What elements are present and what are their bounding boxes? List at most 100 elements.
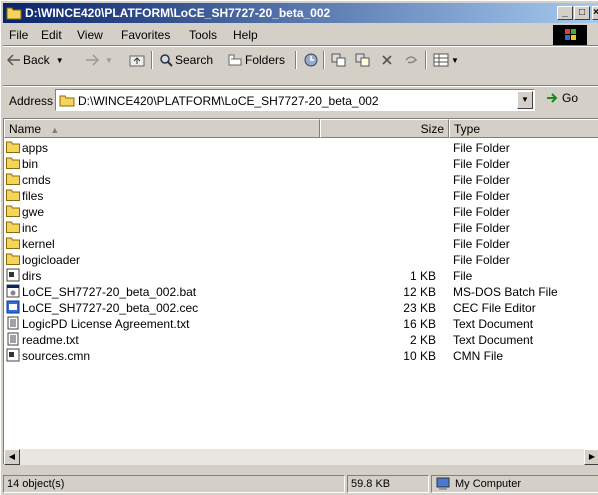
title-bar[interactable]: D:\WINCE420\PLATFORM\LoCE_SH7727-20_beta… [3,3,598,23]
list-item[interactable]: LoCE_SH7727-20_beta_002.cec 23 KB CEC File… [4,300,598,316]
file-list[interactable]: Name ▲ Size Type apps File Folder bin File … [3,118,598,465]
list-header: Name ▲ Size Type [4,119,598,138]
list-item[interactable]: kernel File Folder [4,236,598,252]
scroll-left-button[interactable]: ◀ [4,449,20,465]
menu-help[interactable]: Help [233,28,258,42]
file-size: 1 KB [409,269,436,283]
file-name: dirs [22,269,42,283]
undo-button[interactable] [403,51,419,69]
status-total-size: 59.8 KB [347,475,429,493]
toolbar-separator [295,51,297,69]
file-name: LoCE_SH7727-20_beta_002.cec [22,301,199,315]
list-item[interactable]: logicloader File Folder [4,252,598,268]
file-type: CMN File [453,349,503,363]
minimize-button[interactable]: _ [557,6,573,20]
list-item[interactable]: dirs 1 KB File [4,268,598,284]
list-item[interactable]: readme.txt 2 KB Text Document [4,332,598,348]
status-zone: My Computer [431,475,598,493]
my-computer-icon [436,477,450,490]
list-item[interactable]: sources.cmn 10 KB CMN File [4,348,598,364]
menu-favorites[interactable]: Favorites [121,28,170,42]
folder-icon [59,95,75,107]
file-type: Text Document [453,317,534,331]
scroll-right-button[interactable]: ▶ [584,449,598,465]
menu-file[interactable]: File [9,28,28,42]
menu-tools[interactable]: Tools [189,28,217,42]
folder-icon [6,204,20,218]
column-header-size[interactable]: Size [320,119,449,138]
folder-icon [6,7,22,20]
back-dropdown-icon[interactable]: ▼ [56,56,64,65]
address-bar: Address D:\WINCE420\PLATFORM\LoCE_SH7727… [3,87,598,113]
copy-to-button[interactable] [355,51,371,69]
file-name: kernel [22,237,55,251]
forward-button[interactable]: ▼ [85,51,113,69]
list-item[interactable]: apps File Folder [4,140,598,156]
move-to-button[interactable] [331,51,347,69]
menu-edit[interactable]: Edit [41,28,62,42]
file-name: bin [22,157,39,171]
list-item[interactable]: gwe File Folder [4,204,598,220]
file-type: File Folder [453,141,510,155]
column-header-name-label: Name [9,122,42,136]
file-name: apps [22,141,49,155]
go-button[interactable]: Go [545,91,578,105]
window-title: D:\WINCE420\PLATFORM\LoCE_SH7727-20_beta… [25,6,331,20]
up-folder-icon [129,55,145,67]
list-item[interactable]: inc File Folder [4,220,598,236]
back-label: Back [23,53,50,67]
address-label: Address [9,94,54,108]
forward-dropdown-icon[interactable]: ▼ [105,56,113,65]
list-item[interactable]: LoCE_SH7727-20_beta_002.bat 12 KB MS-DOS B… [4,284,598,300]
list-item[interactable]: bin File Folder [4,156,598,172]
file-type: Text Document [453,333,534,347]
move-to-icon [331,53,346,67]
sort-ascending-icon: ▲ [50,125,60,135]
delete-button[interactable] [381,51,393,69]
maximize-button[interactable]: □ [574,6,590,20]
views-button[interactable]: ▼ [433,51,459,69]
list-item[interactable]: files File Folder [4,188,598,204]
folder-icon [6,172,20,186]
go-label: Go [562,91,579,105]
file-type: File Folder [453,173,510,187]
undo-icon [405,56,418,64]
horizontal-scrollbar[interactable]: ◀ ▶ [4,449,598,465]
history-icon [304,53,318,67]
address-input[interactable]: D:\WINCE420\PLATFORM\LoCE_SH7727-20_beta… [55,89,535,111]
history-button[interactable] [303,51,319,69]
menu-bar: File Edit View Favorites Tools Help [3,25,598,45]
status-object-count: 14 object(s) [3,475,345,493]
search-button[interactable]: Search [159,51,213,69]
file-name: cmds [22,173,51,187]
file-size: 10 KB [403,349,436,363]
folder-icon [6,156,20,170]
file-type: CEC File Editor [453,301,536,315]
delete-icon [382,55,392,65]
column-header-name[interactable]: Name ▲ [4,119,320,138]
file-name: LogicPD License Agreement.txt [22,317,190,331]
folder-icon [6,252,20,266]
text-file-icon [6,316,20,330]
menu-view[interactable]: View [77,28,103,42]
file-name: sources.cmn [22,349,91,363]
forward-arrow-icon [86,54,99,66]
generic-file-icon [6,268,20,282]
file-type: File Folder [453,253,510,267]
up-folder-button[interactable] [129,51,145,69]
file-type: File Folder [453,189,510,203]
copy-to-icon [355,53,370,67]
back-button[interactable]: Back ▼ [7,51,64,69]
folder-icon [6,140,20,154]
list-item[interactable]: cmds File Folder [4,172,598,188]
folders-label: Folders [245,53,286,67]
address-dropdown-button[interactable]: ▼ [517,91,533,109]
list-item[interactable]: LogicPD License Agreement.txt 16 KB Text D… [4,316,598,332]
status-bar: 14 object(s) 59.8 KB My Computer [3,473,598,495]
windows-logo-icon [553,25,587,45]
close-button[interactable]: × [592,6,598,20]
column-header-type[interactable]: Type [449,119,598,138]
views-dropdown-icon[interactable]: ▼ [451,56,459,65]
folders-button[interactable]: Folders [227,51,285,69]
cec-file-icon [6,300,20,314]
